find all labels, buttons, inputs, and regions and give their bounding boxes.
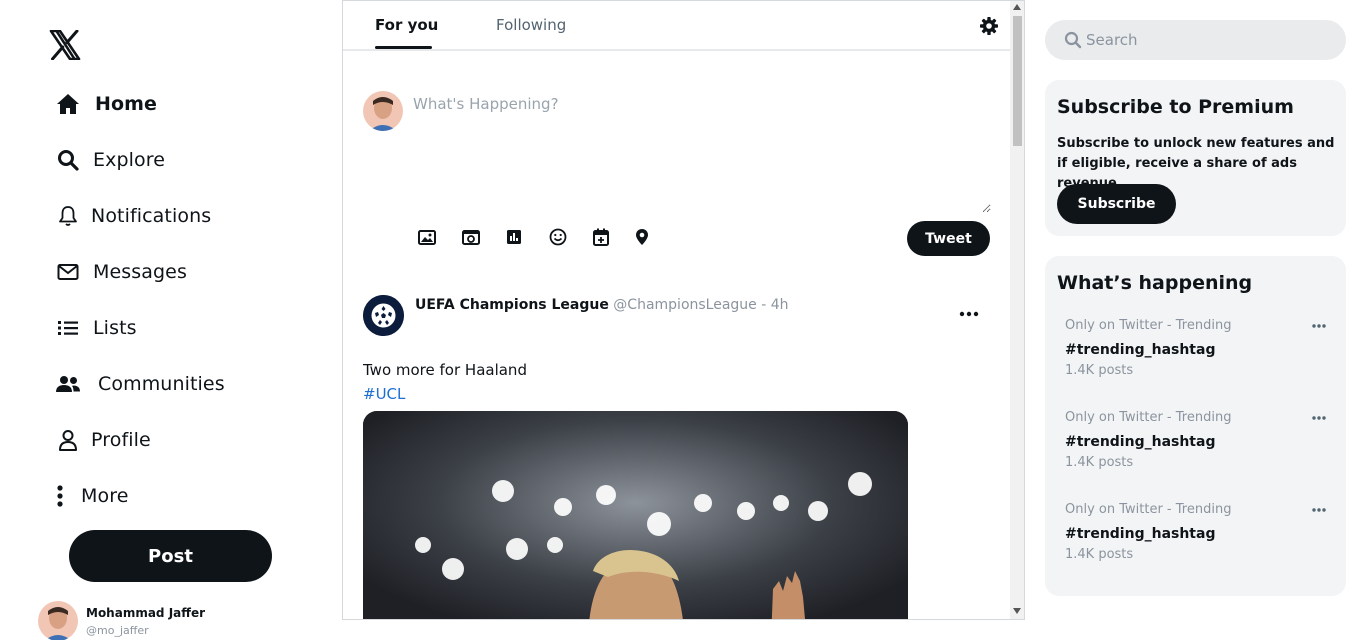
- avatar: [38, 601, 78, 640]
- scroll-down-arrow-icon[interactable]: [1013, 608, 1021, 614]
- trend-post-count: 1.4K posts: [1065, 547, 1134, 562]
- image-icon[interactable]: [417, 227, 437, 247]
- feed-tabs: For you Following: [343, 1, 1011, 51]
- left-sidebar: Home Explore Notifications Messages List…: [0, 0, 342, 640]
- subscribe-button[interactable]: Subscribe: [1057, 184, 1176, 224]
- account-switcher[interactable]: Mohammad Jaffer @mo_jaffer: [38, 601, 205, 640]
- user-icon: [55, 427, 81, 453]
- list-icon: [55, 315, 81, 341]
- nav-profile-label: Profile: [91, 429, 151, 451]
- post-text: Two more for Haaland: [363, 361, 527, 379]
- post-time[interactable]: 4h: [771, 297, 789, 313]
- post-hashtag[interactable]: #UCL: [363, 382, 527, 406]
- nav-profile[interactable]: Profile: [55, 420, 151, 460]
- nav-communities[interactable]: Communities: [55, 364, 225, 404]
- trend-item[interactable]: Only on Twitter - Trending #trending_has…: [1065, 410, 1335, 480]
- post-body: Two more for Haaland #UCL: [363, 358, 527, 406]
- post-handle[interactable]: @ChampionsLeague: [613, 297, 757, 313]
- trend-item[interactable]: Only on Twitter - Trending #trending_has…: [1065, 318, 1335, 388]
- post-meta-separator: -: [756, 297, 771, 313]
- profile-handle: @mo_jaffer: [86, 624, 149, 637]
- more-horizontal-icon[interactable]: [1311, 506, 1327, 514]
- trend-post-count: 1.4K posts: [1065, 363, 1134, 378]
- home-icon: [55, 91, 81, 117]
- nav-lists[interactable]: Lists: [55, 308, 137, 348]
- main-feed: For you Following What's Happening? Twee…: [342, 0, 1025, 620]
- emoji-icon[interactable]: [548, 227, 568, 247]
- search-icon: [1064, 31, 1082, 49]
- nav-explore-label: Explore: [93, 149, 165, 171]
- search-input[interactable]: [1086, 31, 1336, 49]
- x-logo-icon[interactable]: [49, 30, 81, 60]
- active-tab-indicator: [375, 46, 432, 49]
- tab-for-you[interactable]: For you: [375, 16, 438, 34]
- premium-title: Subscribe to Premium: [1057, 96, 1294, 118]
- premium-card: Subscribe to Premium Subscribe to unlock…: [1045, 80, 1346, 236]
- trend-item[interactable]: Only on Twitter - Trending #trending_has…: [1065, 502, 1335, 572]
- nav-home-label: Home: [95, 93, 158, 115]
- nav-notifications-label: Notifications: [91, 205, 212, 227]
- post-button[interactable]: Post: [69, 530, 272, 582]
- nav-more-label: More: [81, 485, 129, 507]
- gif-icon[interactable]: [461, 227, 481, 247]
- people-icon: [55, 371, 81, 397]
- trend-category: Only on Twitter - Trending: [1065, 410, 1232, 425]
- more-horizontal-icon[interactable]: [958, 304, 980, 324]
- scroll-up-arrow-icon[interactable]: [1013, 4, 1021, 10]
- compose-textarea[interactable]: [405, 89, 991, 213]
- tab-following[interactable]: Following: [496, 16, 566, 34]
- search-icon: [55, 147, 81, 173]
- trend-hashtag: #trending_hashtag: [1065, 526, 1216, 542]
- gear-icon[interactable]: [979, 16, 999, 36]
- nav-messages[interactable]: Messages: [55, 252, 187, 292]
- nav-explore[interactable]: Explore: [55, 140, 165, 180]
- trend-category: Only on Twitter - Trending: [1065, 318, 1232, 333]
- nav-messages-label: Messages: [93, 261, 187, 283]
- tweet-button[interactable]: Tweet: [907, 221, 990, 256]
- whats-happening-card: What’s happening Only on Twitter - Trend…: [1045, 256, 1346, 596]
- post-author-name[interactable]: UEFA Champions League: [415, 297, 609, 313]
- post-header: UEFA Champions League @ChampionsLeague -…: [415, 297, 789, 313]
- poll-icon[interactable]: [504, 227, 524, 247]
- nav-notifications[interactable]: Notifications: [55, 196, 211, 236]
- nav-home[interactable]: Home: [55, 84, 157, 124]
- trend-post-count: 1.4K posts: [1065, 455, 1134, 470]
- profile-name: Mohammad Jaffer: [86, 606, 206, 620]
- feed-scrollbar[interactable]: [1010, 1, 1024, 619]
- composer-avatar: [363, 91, 403, 131]
- nav-more[interactable]: More: [55, 476, 129, 516]
- schedule-icon[interactable]: [591, 227, 611, 247]
- envelope-icon: [55, 259, 81, 285]
- scroll-thumb[interactable]: [1013, 16, 1022, 146]
- whats-happening-title: What’s happening: [1057, 272, 1253, 294]
- trend-hashtag: #trending_hashtag: [1065, 342, 1216, 358]
- location-icon[interactable]: [632, 227, 652, 247]
- nav-communities-label: Communities: [98, 373, 225, 395]
- more-horizontal-icon[interactable]: [1311, 322, 1327, 330]
- more-vertical-icon: [55, 483, 65, 509]
- post-image[interactable]: [363, 411, 908, 619]
- bell-icon: [55, 203, 81, 229]
- search-box[interactable]: [1045, 20, 1346, 60]
- post-author-avatar[interactable]: [363, 295, 404, 336]
- nav-lists-label: Lists: [93, 317, 137, 339]
- trend-category: Only on Twitter - Trending: [1065, 502, 1232, 517]
- more-horizontal-icon[interactable]: [1311, 414, 1327, 422]
- trend-hashtag: #trending_hashtag: [1065, 434, 1216, 450]
